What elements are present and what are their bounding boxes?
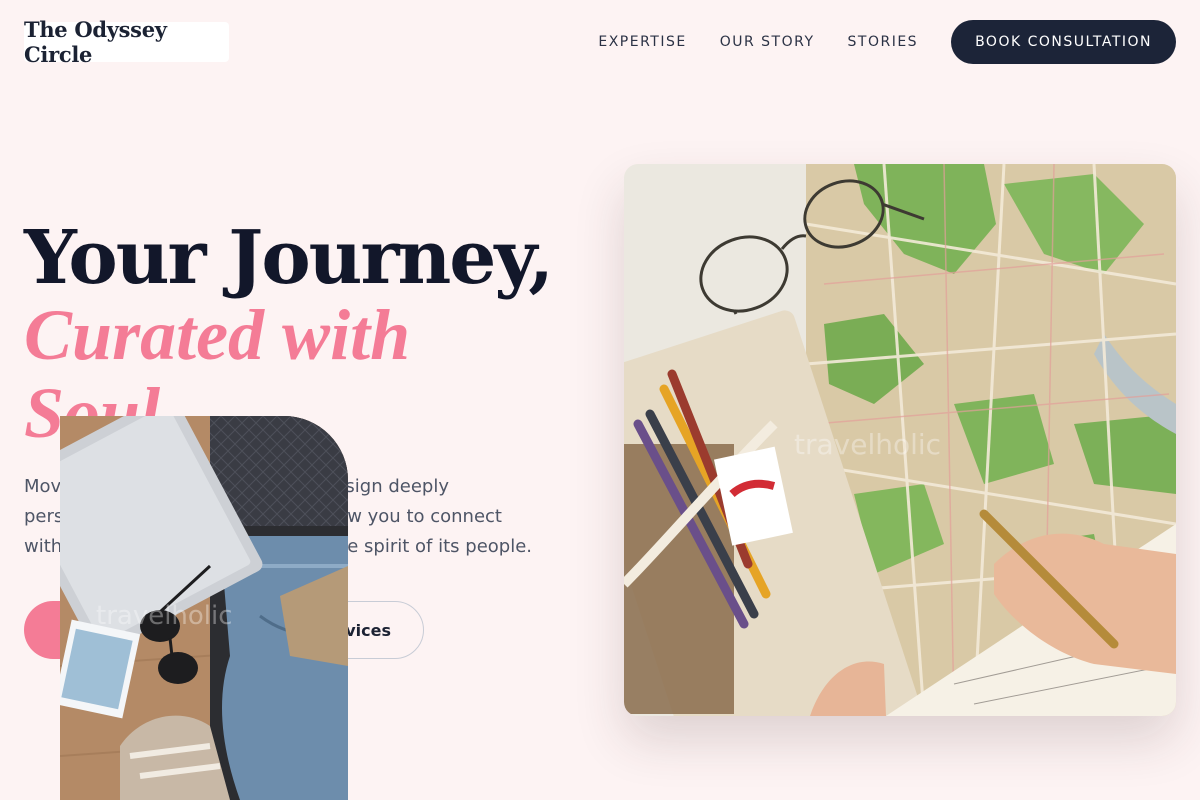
suitcase-photo-illustration: travelholic bbox=[60, 416, 348, 800]
nav-link-expertise[interactable]: EXPERTISE bbox=[598, 34, 686, 50]
nav-link-our-story[interactable]: OUR STORY bbox=[720, 34, 815, 50]
map-travel-photo: travelholic bbox=[624, 164, 1176, 716]
map-photo-illustration: travelholic bbox=[624, 164, 1176, 716]
hero-title: Your Journey, bbox=[24, 215, 554, 301]
brand-logo[interactable]: The Odyssey Circle bbox=[24, 17, 229, 67]
map-watermark: travelholic bbox=[794, 428, 941, 461]
suitcase-travel-photo: travelholic bbox=[60, 416, 348, 800]
book-consultation-button[interactable]: BOOK CONSULTATION bbox=[951, 20, 1176, 64]
lead-fragment: he spirit of its people. bbox=[335, 536, 532, 557]
nav-link-stories[interactable]: STORIES bbox=[848, 34, 919, 50]
lead-fragment: Mov bbox=[24, 476, 62, 497]
main-nav: EXPERTISE OUR STORY STORIES BOOK CONSULT… bbox=[598, 20, 1176, 64]
lead-fragment: with bbox=[24, 536, 63, 557]
suitcase-watermark: travelholic bbox=[96, 601, 233, 631]
services-button-label: vices bbox=[345, 620, 391, 640]
lead-fragment: w you to connect bbox=[347, 506, 502, 527]
lead-fragment: esign deeply bbox=[334, 476, 449, 497]
lead-fragment: pers bbox=[24, 506, 64, 527]
